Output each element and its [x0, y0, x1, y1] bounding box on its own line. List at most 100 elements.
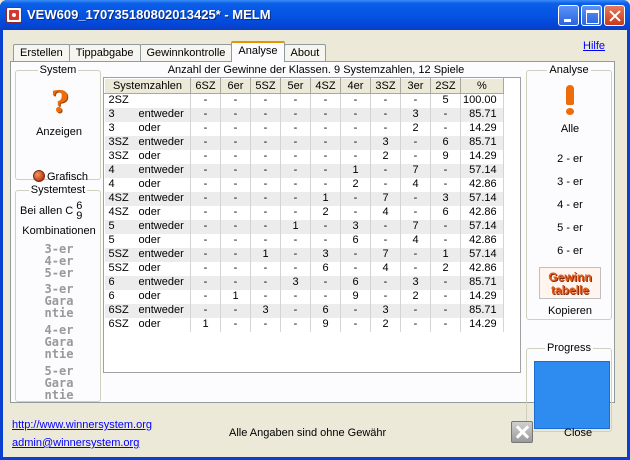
count-cell: -	[280, 205, 311, 220]
systemzahlen-variant: oder	[138, 290, 161, 302]
table-row[interactable]: 4SZ oder - - - -2-4-6 42.86	[104, 205, 504, 220]
count-cell: -	[370, 233, 401, 248]
systemzahlen-key: 6SZ	[108, 304, 129, 316]
count-cell: 5	[430, 93, 461, 108]
count-cell: -	[190, 233, 221, 248]
percent-cell: 100.00	[460, 93, 504, 108]
column-header[interactable]: 5er	[280, 78, 311, 94]
count-cell: -	[190, 219, 221, 234]
app-icon[interactable]	[6, 7, 22, 23]
app-window: VEW609_170735180802013425* - MELM Erstel…	[0, 0, 630, 460]
gewinntabelle-button[interactable]: Gewinn tabelle	[539, 267, 601, 299]
analyse-3er[interactable]: 3 - er	[527, 176, 613, 188]
count-cell: -	[250, 135, 281, 150]
column-header[interactable]: 6er	[220, 78, 251, 94]
analyse-4er[interactable]: 4 - er	[527, 199, 613, 211]
table-row[interactable]: 4 entweder - - - - -1-7-57.14	[104, 163, 504, 178]
close-button-label[interactable]: Close	[564, 427, 592, 439]
table-row[interactable]: 5SZ entweder - -1-3-7-1 57.14	[104, 247, 504, 262]
analyse-6er[interactable]: 6 - er	[527, 245, 613, 257]
table-row[interactable]: 3SZ oder - - - - - -2-9 14.29	[104, 149, 504, 164]
garantie-5er-button[interactable]: 5-er Gara ntie	[16, 365, 102, 401]
column-header[interactable]: 4er	[340, 78, 371, 94]
column-header[interactable]: 5SZ	[250, 78, 281, 94]
count-cell: -	[430, 121, 461, 136]
percent-cell: 14.29	[460, 317, 504, 332]
analyse-5er[interactable]: 5 - er	[527, 222, 613, 234]
systemzahlen-cell: 4 entweder	[104, 163, 191, 178]
count-cell: -	[250, 275, 281, 290]
maximize-button[interactable]	[581, 5, 602, 26]
count-cell: -	[220, 247, 251, 262]
systemzahlen-cell: 2SZ	[104, 93, 191, 108]
column-header[interactable]: Systemzahlen	[104, 78, 191, 94]
hilfe-link[interactable]: Hilfe	[583, 40, 605, 52]
table-row[interactable]: 5 oder - - - - -6-4-42.86	[104, 233, 504, 248]
column-header[interactable]: 3SZ	[370, 78, 401, 94]
question-icon[interactable]: ?	[51, 85, 69, 120]
count-cell: -	[250, 233, 281, 248]
count-cell: 2	[370, 317, 401, 332]
garantie-3er-button[interactable]: 3-er Gara ntie	[16, 283, 102, 319]
column-header[interactable]: 6SZ	[190, 78, 221, 94]
website-link[interactable]: http://www.winnersystem.org	[12, 419, 152, 431]
table-row[interactable]: 5SZ oder - - - -6-4-2 42.86	[104, 261, 504, 276]
table-row[interactable]: 4 oder - - - - -2-4-42.86	[104, 177, 504, 192]
tab-gewinnkontrolle[interactable]: Gewinnkontrolle	[139, 44, 233, 62]
grafisch-radio-icon[interactable]	[33, 170, 45, 182]
tab-erstellen[interactable]: Erstellen	[13, 44, 70, 62]
count-cell: 4	[400, 233, 431, 248]
count-cell: -	[400, 135, 431, 150]
email-link[interactable]: admin@winnersystem.org	[12, 437, 139, 449]
systemzahlen-variant: oder	[138, 318, 161, 330]
table-row[interactable]: 3SZ entweder - - - - - -3-6 85.71	[104, 135, 504, 150]
table-row[interactable]: 6SZ oder 1- - -9-2- -14.29	[104, 317, 504, 332]
column-header[interactable]: 2SZ	[430, 78, 461, 94]
system-legend: System	[37, 64, 79, 76]
count-cell: -	[430, 317, 461, 332]
systemzahlen-variant: entweder	[138, 192, 184, 204]
table-row[interactable]: 3 oder - - - - - - -2-14.29	[104, 121, 504, 136]
alle-label[interactable]: Alle	[527, 123, 613, 135]
table-row[interactable]: 3 entweder - - - - - - -3-85.71	[104, 107, 504, 122]
count-cell: 6	[310, 261, 341, 276]
table-row[interactable]: 2SZ - - - - - - - -5 100.00	[104, 93, 504, 108]
table-row[interactable]: 4SZ entweder - - - -1-7-3 57.14	[104, 191, 504, 206]
exclamation-icon[interactable]	[565, 85, 575, 115]
c-bottom: 9	[76, 210, 83, 222]
count-cell: 1	[220, 289, 251, 304]
gewinne-table-wrap[interactable]: Systemzahlen 6SZ 6er 5SZ 5er 4SZ 4er 3SZ 3er 2SZ%…	[103, 77, 521, 373]
table-row[interactable]: 6 entweder - - -3-6-3-85.71	[104, 275, 504, 290]
table-row[interactable]: 6SZ entweder - -3-6-3- -85.71	[104, 303, 504, 318]
anzeigen-label[interactable]: Anzeigen	[16, 126, 102, 138]
column-header[interactable]: %	[460, 78, 504, 94]
tab-about[interactable]: About	[283, 44, 327, 62]
table-row[interactable]: 6 oder -1- - -9-2-14.29	[104, 289, 504, 304]
systemzahlen-variant: oder	[138, 262, 161, 274]
count-cell: 1	[310, 191, 341, 206]
close-x-icon[interactable]	[511, 421, 533, 443]
table-body: 2SZ - - - - - - - -5 100.00 3 entweder - - - - - - -3-85.7…	[104, 93, 504, 332]
tab-tippabgabe[interactable]: Tippabgabe	[68, 44, 141, 62]
garantie-4er-button[interactable]: 4-er Gara ntie	[16, 324, 102, 360]
grafisch-label[interactable]: Grafisch	[47, 171, 88, 183]
count-cell: -	[220, 149, 251, 164]
column-header[interactable]: 4SZ	[310, 78, 341, 94]
kopieren-label[interactable]: Kopieren	[527, 305, 613, 317]
column-header[interactable]: 3er	[400, 78, 431, 94]
garantie-345-button[interactable]: 3-er 4-er 5-er	[16, 243, 102, 279]
window-close-button[interactable]	[604, 5, 625, 26]
tab-analyse[interactable]: Analyse	[231, 41, 285, 62]
minimize-button[interactable]	[558, 5, 579, 26]
count-cell: -	[430, 303, 461, 318]
systemzahlen-key: 3SZ	[108, 150, 129, 162]
analyse-2er[interactable]: 2 - er	[527, 153, 613, 165]
table-row[interactable]: 5 entweder - - -1-3-7-57.14	[104, 219, 504, 234]
count-cell: -	[250, 191, 281, 206]
count-cell: -	[340, 261, 371, 276]
count-cell: -	[340, 135, 371, 150]
count-cell: -	[190, 163, 221, 178]
title-bar[interactable]: VEW609_170735180802013425* - MELM	[0, 0, 630, 30]
count-cell: -	[280, 149, 311, 164]
tab-strip: Erstellen Tippabgabe Gewinnkontrolle Ana…	[13, 41, 327, 62]
